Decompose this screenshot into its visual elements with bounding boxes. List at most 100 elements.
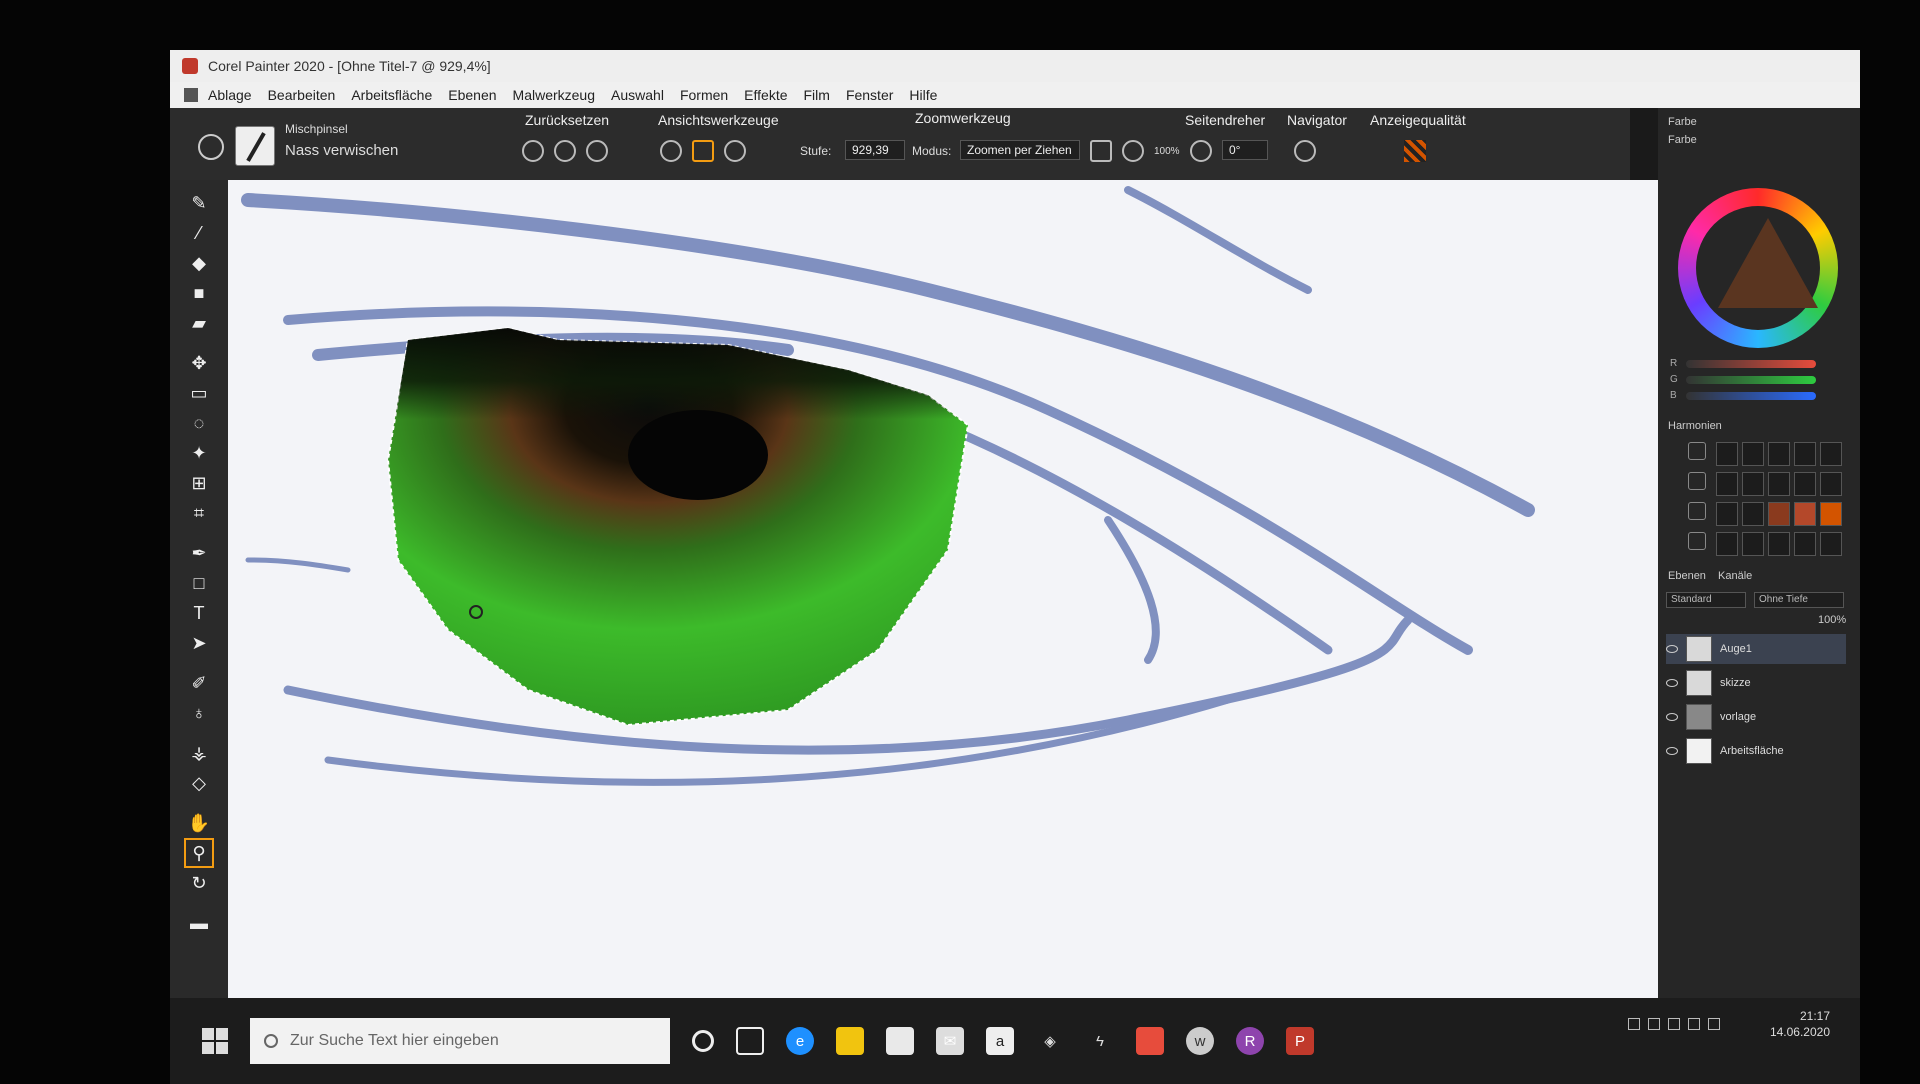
office-icon[interactable]	[1136, 1027, 1164, 1055]
menu-malwerkzeug[interactable]: Malwerkzeug	[513, 87, 595, 103]
grabber-icon[interactable]	[660, 140, 682, 162]
rect-select-icon[interactable]: ▭	[186, 380, 212, 406]
transform-tool-icon[interactable]: ✥	[186, 350, 212, 376]
app-w-icon[interactable]: w	[1186, 1027, 1214, 1055]
pen-icon[interactable]	[1708, 1018, 1720, 1030]
store-icon[interactable]	[886, 1027, 914, 1055]
eraser-icon[interactable]: ▰	[186, 310, 212, 336]
color-tab[interactable]: Farbe	[1668, 134, 1697, 146]
harmonies-title: Harmonien	[1668, 420, 1722, 432]
file-explorer-icon[interactable]	[836, 1027, 864, 1055]
zoom-mode-select[interactable]: Zoomen per Ziehen	[960, 140, 1080, 160]
dropper-tool-icon[interactable]: ⁄	[186, 220, 212, 246]
layer-row[interactable]: skizze	[1666, 668, 1846, 698]
perspective-icon[interactable]: ◇	[186, 770, 212, 796]
rectangle-fill-icon[interactable]: ■	[186, 280, 212, 306]
layer-row[interactable]: Auge1	[1666, 634, 1846, 664]
drawing-canvas[interactable]	[228, 180, 1658, 1000]
menu-fenster[interactable]: Fenster	[846, 87, 893, 103]
mirror-tool-icon[interactable]: ⚶	[186, 740, 212, 766]
magnifier-icon[interactable]	[692, 140, 714, 162]
task-view-icon[interactable]	[736, 1027, 764, 1055]
fit-screen-icon[interactable]	[1090, 140, 1112, 162]
brush-tool-icon[interactable]: ✎	[186, 190, 212, 216]
harmony-icon[interactable]	[1688, 442, 1706, 460]
zoom-100-button[interactable]: 100%	[1154, 146, 1180, 157]
crop-icon[interactable]: ⌗	[186, 500, 212, 526]
menu-arbeitsflaeche[interactable]: Arbeitsfläche	[351, 87, 432, 103]
menu-ablage[interactable]: Ablage	[208, 87, 252, 103]
reset-tool-icon[interactable]	[198, 134, 224, 160]
shape-rect-icon[interactable]: □	[186, 570, 212, 596]
red-slider[interactable]	[1686, 360, 1816, 368]
shape-select-icon[interactable]: ➤	[186, 630, 212, 656]
chevron-up-icon[interactable]	[1628, 1018, 1640, 1030]
app-r-icon[interactable]: R	[1236, 1027, 1264, 1055]
page-rotate-icon[interactable]	[1190, 140, 1212, 162]
channels-tab[interactable]: Kanäle	[1718, 570, 1752, 582]
pen-tool-icon[interactable]: ✒	[186, 540, 212, 566]
reset-rotate-icon[interactable]	[586, 140, 608, 162]
menu-effekte[interactable]: Effekte	[744, 87, 787, 103]
green-slider[interactable]	[1686, 376, 1816, 384]
painter-taskbar-icon[interactable]: P	[1286, 1027, 1314, 1055]
layer-row[interactable]: Arbeitsfläche	[1666, 736, 1846, 766]
eye-icon[interactable]	[1666, 645, 1678, 653]
lasso-icon[interactable]: ◌	[186, 410, 212, 436]
rotate-page-tool-icon[interactable]: ↻	[186, 870, 212, 896]
brush-selector-icon[interactable]	[235, 126, 275, 166]
document-icon[interactable]	[184, 88, 198, 102]
cortana-icon[interactable]	[692, 1030, 714, 1052]
blue-slider[interactable]	[1686, 392, 1816, 400]
menu-auswahl[interactable]: Auswahl	[611, 87, 664, 103]
windows-start-icon[interactable]	[202, 1028, 228, 1054]
text-tool-icon[interactable]: T	[186, 600, 212, 626]
eye-icon[interactable]	[1666, 679, 1678, 687]
menu-bearbeiten[interactable]: Bearbeiten	[268, 87, 336, 103]
brush-variant[interactable]: Nass verwischen	[285, 142, 398, 159]
eye-icon[interactable]	[1666, 713, 1678, 721]
harmony-icon[interactable]	[1688, 502, 1706, 520]
cloud-icon[interactable]	[1648, 1018, 1660, 1030]
rotation-angle-select[interactable]: 0°	[1222, 140, 1268, 160]
volume-icon[interactable]	[1688, 1018, 1700, 1030]
zoom-level-field[interactable]: 929,39	[845, 140, 905, 160]
menu-hilfe[interactable]: Hilfe	[909, 87, 937, 103]
navigator-compass-icon[interactable]	[1294, 140, 1316, 162]
depth-select[interactable]: Ohne Tiefe	[1754, 592, 1844, 608]
eye-icon[interactable]	[1666, 747, 1678, 755]
zoom-fit-icon[interactable]	[1122, 140, 1144, 162]
rotate-page-icon[interactable]	[724, 140, 746, 162]
amazon-icon[interactable]: a	[986, 1027, 1014, 1055]
brush-category[interactable]: Mischpinsel	[285, 122, 348, 136]
display-quality-icon[interactable]	[1404, 140, 1426, 162]
paint-bucket-icon[interactable]: ◆	[186, 250, 212, 276]
color-triangle[interactable]	[1718, 218, 1818, 308]
magnifier-tool-icon[interactable]: ⚲	[184, 838, 214, 868]
menu-film[interactable]: Film	[804, 87, 830, 103]
menu-formen[interactable]: Formen	[680, 87, 728, 103]
taskbar-search[interactable]: Zur Suche Text hier eingeben	[250, 1018, 670, 1064]
cloner-icon[interactable]: ✐	[186, 670, 212, 696]
opacity-value[interactable]: 100%	[1818, 614, 1846, 626]
magic-wand-icon[interactable]: ✦	[186, 440, 212, 466]
layer-row[interactable]: vorlage	[1666, 702, 1846, 732]
lightning-app-icon[interactable]: ϟ	[1086, 1027, 1114, 1055]
reset-hand-icon[interactable]	[522, 140, 544, 162]
harmony-icon[interactable]	[1688, 472, 1706, 490]
paper-color-icon[interactable]: ▬	[186, 910, 212, 936]
taskbar-clock[interactable]: 21:17 14.06.2020	[1770, 1008, 1830, 1040]
network-icon[interactable]	[1668, 1018, 1680, 1030]
layers-title[interactable]: Ebenen	[1668, 570, 1706, 582]
reset-lasso-icon[interactable]	[554, 140, 576, 162]
edge-browser-icon[interactable]: e	[786, 1027, 814, 1055]
menu-ebenen[interactable]: Ebenen	[448, 87, 496, 103]
dropbox-icon[interactable]: ◈	[1036, 1027, 1064, 1055]
rubber-stamp-icon[interactable]: ♁	[186, 700, 212, 726]
selection-adjust-icon[interactable]: ⊞	[186, 470, 212, 496]
color-set-tab[interactable]: Farbe	[1668, 116, 1697, 128]
harmony-icon[interactable]	[1688, 532, 1706, 550]
blend-mode-select[interactable]: Standard	[1666, 592, 1746, 608]
grabber-tool-icon[interactable]: ✋	[186, 810, 212, 836]
mail-icon[interactable]: ✉	[936, 1027, 964, 1055]
